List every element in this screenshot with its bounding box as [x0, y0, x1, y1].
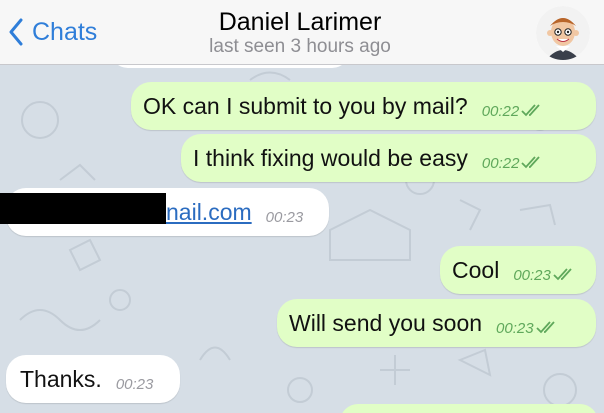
avatar-caricature-icon	[536, 6, 590, 60]
double-check-icon	[521, 156, 541, 169]
contact-info[interactable]: Daniel Larimer last seen 3 hours ago	[150, 8, 450, 58]
message-outgoing[interactable]: I think fixing would be easy 00:22	[181, 134, 596, 182]
double-check-icon	[521, 104, 540, 117]
back-label: Chats	[32, 17, 98, 46]
chevron-left-icon	[9, 18, 23, 46]
double-check-icon	[535, 321, 555, 334]
next-message-bubble-partial	[340, 404, 598, 413]
message-text: Will send you soon	[289, 309, 483, 336]
chat-header: Chats Daniel Larimer last seen 3 hours a…	[0, 0, 604, 65]
message-time: 00:22	[481, 102, 520, 120]
message-text: OK can I submit to you by mail?	[143, 92, 468, 119]
contact-name: Daniel Larimer	[218, 8, 382, 36]
message-time: 00:22	[481, 154, 520, 172]
message-time: 00:23	[115, 375, 154, 393]
message-outgoing[interactable]: OK can I submit to you by mail? 00:22	[131, 82, 596, 130]
message-text: Thanks.	[20, 365, 102, 392]
message-outgoing[interactable]: Will send you soon 00:23	[277, 299, 596, 347]
message-text: I think fixing would be easy	[193, 144, 468, 171]
message-text: Cool	[452, 256, 500, 283]
double-check-icon	[553, 268, 572, 281]
redaction-block	[0, 193, 166, 224]
email-link[interactable]: nail.com	[166, 199, 252, 226]
message-time: 00:23	[513, 266, 551, 284]
last-seen-status: last seen 3 hours ago	[209, 36, 391, 57]
message-outgoing[interactable]: Cool 00:23	[440, 246, 596, 294]
message-time: 00:23	[265, 208, 304, 226]
back-button[interactable]: Chats	[8, 14, 97, 50]
avatar[interactable]	[536, 6, 590, 60]
message-incoming[interactable]: Thanks. 00:23	[6, 355, 180, 403]
message-time: 00:23	[496, 319, 534, 337]
